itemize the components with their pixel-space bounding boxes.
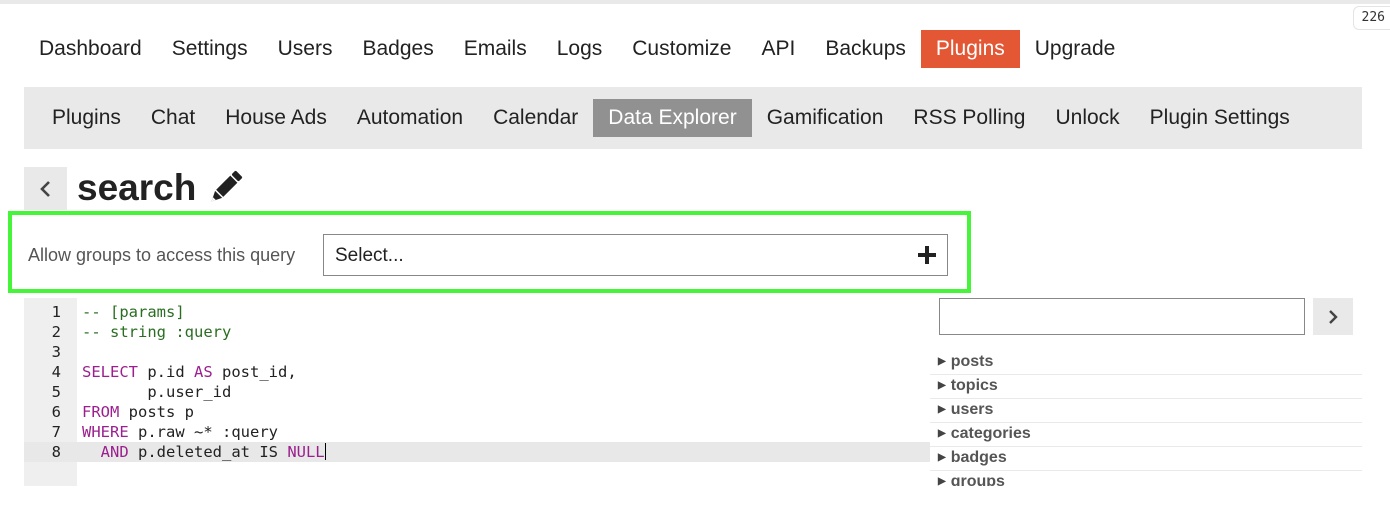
code-line: 7 WHERE p.raw ~* :query [24, 422, 930, 442]
group-access-panel: Allow groups to access this query Select… [8, 211, 971, 293]
expand-triangle-icon: ▶ [938, 380, 946, 391]
admin-nav: Dashboard Settings Users Badges Emails Logs Cu… [24, 30, 1130, 68]
code-text: WHERE p.raw ~* :query [82, 422, 278, 442]
group-select-dropdown[interactable]: Select... [323, 234, 948, 276]
subnav-item-automation[interactable]: Automation [342, 99, 478, 137]
schema-table-posts[interactable]: ▶ posts [930, 351, 1362, 375]
nav-item-customize[interactable]: Customize [617, 30, 746, 68]
nav-item-plugins[interactable]: Plugins [920, 30, 1020, 68]
nav-item-users[interactable]: Users [263, 30, 348, 68]
chevron-right-icon [1329, 309, 1338, 324]
code-line: 2 -- string :query [24, 322, 930, 342]
code-text: -- [params] [82, 302, 185, 322]
plugin-nav: Plugins Chat House Ads Automation Calendar Da… [24, 87, 1362, 149]
code-line: 3 [24, 342, 930, 362]
group-access-label: Allow groups to access this query [28, 245, 296, 265]
code-line: 1 -- [params] [24, 302, 930, 322]
code-line: 8 AND p.deleted_at IS NULL [24, 442, 930, 462]
code-text: AND p.deleted_at IS NULL [82, 442, 326, 462]
expand-triangle-icon: ▶ [938, 428, 946, 439]
nav-item-upgrade[interactable]: Upgrade [1020, 30, 1131, 68]
code-line: 6 FROM posts p [24, 402, 930, 422]
plus-icon [918, 246, 936, 264]
pencil-icon[interactable] [205, 168, 245, 208]
code-text: p.user_id [82, 382, 231, 402]
subnav-item-house-ads[interactable]: House Ads [210, 99, 342, 137]
line-number: 2 [51, 323, 61, 341]
group-select-placeholder: Select... [335, 245, 404, 266]
schema-table-name: posts [950, 353, 994, 370]
expand-triangle-icon: ▶ [938, 356, 946, 367]
back-button[interactable] [24, 167, 67, 210]
subnav-item-rss-polling[interactable]: RSS Polling [898, 99, 1040, 137]
schema-table-name: groups [950, 473, 1005, 486]
corner-badge: 226 [1352, 6, 1390, 30]
code-text: SELECT p.id AS post_id, [82, 362, 297, 382]
sql-text: p.deleted_at IS [128, 443, 288, 461]
schema-table-topics[interactable]: ▶ topics [930, 375, 1362, 399]
schema-table-name: users [950, 401, 994, 418]
code-text: -- string :query [82, 322, 231, 342]
subnav-item-calendar[interactable]: Calendar [478, 99, 593, 137]
expand-triangle-icon: ▶ [938, 452, 946, 463]
subnav-item-chat[interactable]: Chat [136, 99, 210, 137]
code-text: FROM posts p [82, 402, 194, 422]
chevron-left-icon [39, 180, 50, 197]
code-line: 4 SELECT p.id AS post_id, [24, 362, 930, 382]
subnav-item-plugin-settings[interactable]: Plugin Settings [1135, 99, 1305, 137]
schema-sidebar: ▶ posts ▶ topics ▶ users ▶ categories ▶ badges ▶ gr… [930, 296, 1362, 486]
sql-keyword: WHERE [82, 423, 129, 441]
nav-item-backups[interactable]: Backups [810, 30, 921, 68]
code-line: 5 p.user_id [24, 382, 930, 402]
nav-item-badges[interactable]: Badges [347, 30, 448, 68]
schema-table-name: topics [950, 377, 998, 394]
sql-keyword: AND [100, 443, 129, 461]
line-number: 8 [51, 443, 61, 461]
line-number: 1 [51, 303, 61, 321]
sql-keyword: FROM [82, 403, 120, 421]
line-number: 6 [51, 403, 61, 421]
schema-table-categories[interactable]: ▶ categories [930, 423, 1362, 447]
subnav-item-unlock[interactable]: Unlock [1040, 99, 1134, 137]
schema-table-groups[interactable]: ▶ groups [930, 471, 1362, 486]
sql-keyword: SELECT [82, 363, 138, 381]
sql-keyword: NULL [287, 443, 325, 461]
line-number: 3 [51, 343, 61, 361]
text-cursor [324, 443, 326, 460]
sql-comment: -- [params] [82, 303, 185, 321]
schema-table-name: badges [950, 449, 1007, 466]
query-title: search [77, 167, 197, 208]
sql-text: p.id [138, 363, 194, 381]
schema-table-users[interactable]: ▶ users [930, 399, 1362, 423]
expand-triangle-icon: ▶ [938, 404, 946, 415]
sql-text: post_id, [212, 363, 297, 381]
schema-table-badges[interactable]: ▶ badges [930, 447, 1362, 471]
expand-triangle-icon: ▶ [938, 476, 946, 486]
line-number: 7 [51, 423, 61, 441]
schema-search-input[interactable] [939, 298, 1305, 335]
nav-item-api[interactable]: API [746, 30, 810, 68]
line-number: 5 [51, 383, 61, 401]
top-border [0, 0, 1390, 4]
line-number: 4 [51, 363, 61, 381]
sql-text: p.user_id [82, 383, 232, 401]
nav-item-logs[interactable]: Logs [542, 30, 618, 68]
schema-search-button[interactable] [1313, 298, 1353, 335]
sql-editor[interactable]: 1 -- [params] 2 -- string :query 3 4 SELECT p.… [24, 298, 930, 486]
schema-table-name: categories [950, 425, 1031, 442]
subnav-item-plugins[interactable]: Plugins [37, 99, 136, 137]
sql-keyword: AS [194, 363, 213, 381]
nav-item-settings[interactable]: Settings [157, 30, 263, 68]
sql-text: posts p [119, 403, 194, 421]
nav-item-dashboard[interactable]: Dashboard [24, 30, 157, 68]
subnav-item-data-explorer[interactable]: Data Explorer [593, 99, 752, 137]
subnav-item-gamification[interactable]: Gamification [752, 99, 899, 137]
sql-comment: -- string :query [82, 323, 232, 341]
nav-item-emails[interactable]: Emails [449, 30, 542, 68]
sql-text: p.raw ~* :query [128, 423, 278, 441]
